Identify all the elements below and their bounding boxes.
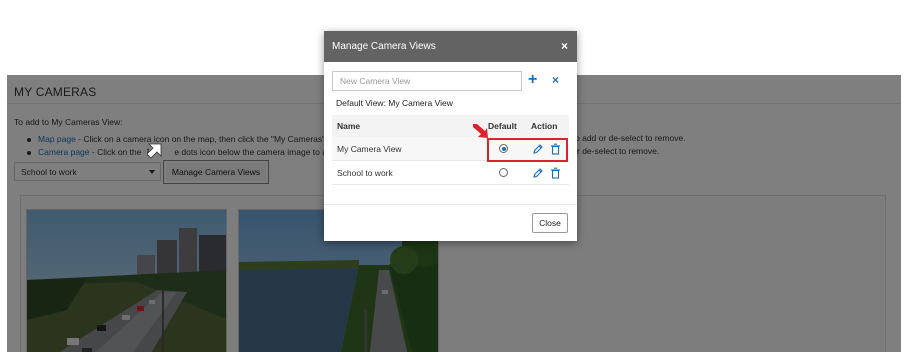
close-button[interactable]: Close (532, 213, 568, 233)
new-camera-view-input[interactable] (332, 71, 522, 91)
default-radio[interactable] (499, 168, 508, 177)
view-name: School to work (337, 168, 393, 178)
pointer-arrow-icon (147, 143, 162, 159)
add-view-icon[interactable]: + (528, 72, 537, 88)
clear-input-icon[interactable]: × (552, 73, 559, 87)
edit-icon[interactable] (532, 167, 544, 179)
default-view-label: Default View: My Camera View (336, 98, 453, 108)
view-name: My Camera View (337, 144, 402, 154)
column-action: Action (531, 121, 558, 131)
dialog-footer-divider (324, 204, 577, 205)
red-pointer-arrow-icon (473, 124, 488, 138)
table-header: Name Default Action (332, 115, 569, 137)
column-default: Default (488, 121, 517, 131)
table-row: School to work (332, 161, 569, 185)
dialog-title: Manage Camera Views (332, 41, 436, 52)
trash-icon[interactable] (550, 167, 561, 179)
dialog-header: Manage Camera Views × (324, 31, 577, 62)
column-name: Name (337, 121, 361, 131)
manage-camera-views-dialog: Manage Camera Views × + × Default View: … (324, 31, 577, 241)
highlight-box (487, 138, 568, 162)
dialog-close-icon[interactable]: × (561, 39, 568, 53)
